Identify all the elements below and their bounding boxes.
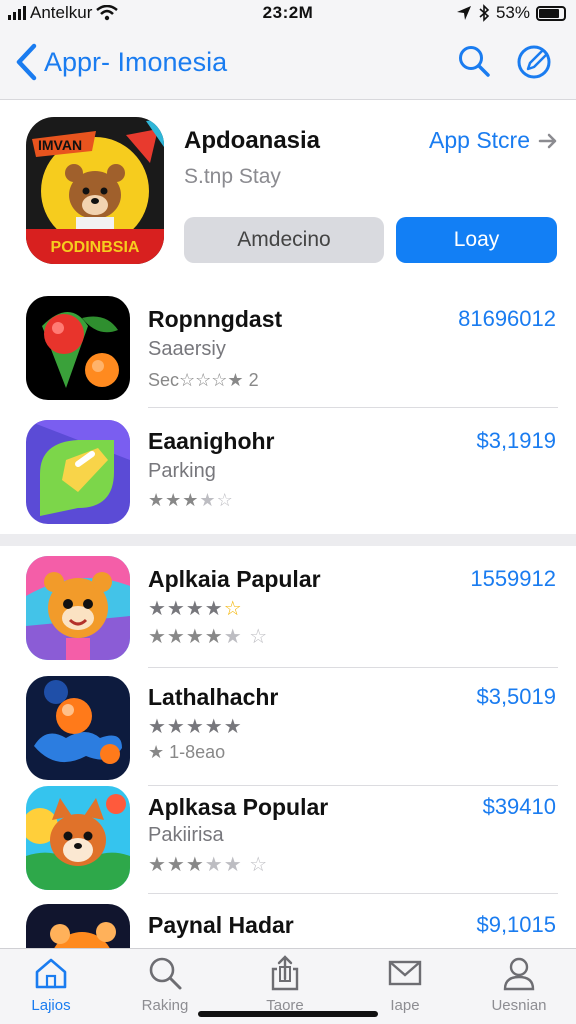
app-name: Aplkaia Papular: [148, 566, 321, 592]
app-name: Lathalhachr: [148, 684, 279, 710]
star-rating: ★★★★☆: [148, 598, 243, 620]
mail-icon: [388, 960, 422, 986]
tab-label: Lajios: [31, 997, 71, 1014]
featured-app-icon[interactable]: IMVAN PODINBSIA: [26, 117, 164, 264]
battery-icon: [536, 5, 566, 21]
tab-taore[interactable]: Taore: [230, 955, 340, 1014]
app-price[interactable]: 81696012: [458, 306, 556, 332]
app-rating-text: ★ 1-8eao: [148, 742, 226, 762]
app-name: Ropnngdast: [148, 306, 283, 332]
status-right: 53%: [456, 3, 566, 23]
tab-lajios[interactable]: Lajios: [0, 955, 106, 1014]
app-price[interactable]: $9,1015: [476, 912, 556, 938]
home-indicator: [198, 1011, 378, 1017]
nav-bar: Appr- Imonesia: [0, 26, 576, 100]
app-name: Paynal Hadar: [148, 912, 294, 938]
divider: [148, 893, 558, 894]
compose-icon[interactable]: [516, 43, 552, 79]
share-icon: [271, 955, 299, 991]
app-icon: [26, 296, 130, 400]
app-category: Saaersiy: [148, 338, 226, 360]
battery-percent: 53%: [495, 3, 530, 22]
app-category: Parking: [148, 460, 216, 482]
star-rating: ★★★★☆: [148, 490, 234, 510]
tab-uesnian[interactable]: Uesnian: [464, 955, 574, 1014]
app-price[interactable]: 1559912: [470, 566, 556, 592]
list-item[interactable]: Lathalhachr ★★★★★ ★ 1-8eao $3,5019: [0, 668, 576, 786]
list-item[interactable]: Paynal Hadar $9,1015: [0, 904, 576, 948]
featured-title: Apdoanasia: [184, 127, 321, 154]
app-store-link-label: App Stcre: [429, 127, 530, 153]
app-icon: [26, 420, 130, 524]
app-icon: [26, 786, 130, 890]
search-icon: [149, 957, 182, 990]
bluetooth-icon: [479, 4, 490, 22]
home-icon: [35, 958, 67, 989]
featured-subtitle: S.tnp Stay: [184, 165, 281, 188]
tab-iape[interactable]: Iape: [350, 955, 460, 1014]
app-category: Pakiirisa: [148, 824, 224, 846]
app-name: Eaanighohr: [148, 428, 275, 454]
app-price[interactable]: $3,5019: [476, 684, 556, 710]
secondary-button[interactable]: Amdecino: [184, 217, 384, 263]
divider: [148, 407, 558, 408]
location-icon: [456, 6, 471, 20]
app-price[interactable]: $3,1919: [476, 428, 556, 454]
app-name: Aplkasa Popular: [148, 794, 329, 820]
list-item[interactable]: Ropnngdast Saaersiy Sec☆☆☆★ 2 81696012: [0, 290, 576, 408]
list-item[interactable]: Aplkaia Papular ★★★★☆ ★★★★★ ☆ 1559912: [0, 550, 576, 668]
arrow-right-icon: [538, 133, 557, 148]
tab-label: Uesnian: [491, 997, 547, 1014]
search-icon[interactable]: [456, 43, 492, 79]
list-item[interactable]: Aplkasa Popular Pakiirisa ★★★★★ ☆ $39410: [0, 786, 576, 904]
list-item[interactable]: Eaanighohr Parking ★★★★☆ $3,1919: [0, 410, 576, 528]
star-rating: ★★★★★ ☆: [148, 854, 269, 876]
chevron-left-icon: [16, 43, 37, 81]
featured-app: IMVAN PODINBSIA Apdoanasia S.tnp Stay Ap…: [0, 101, 576, 281]
tab-raking[interactable]: Raking: [110, 955, 220, 1014]
back-label: Appr- Imonesia: [44, 46, 228, 77]
back-button[interactable]: Appr- Imonesia: [14, 42, 227, 82]
get-button[interactable]: Loay: [396, 217, 557, 263]
app-rating-text: Sec☆☆☆★ 2: [148, 370, 259, 390]
app-store-link[interactable]: App Stcre: [429, 127, 558, 154]
app-icon: [26, 904, 130, 948]
star-rating-secondary: ★★★★★ ☆: [148, 626, 269, 648]
featured-icon-text-top: IMVAN: [38, 137, 82, 153]
app-price[interactable]: $39410: [483, 794, 556, 820]
section-divider: [0, 534, 576, 546]
star-rating: ★★★★★: [148, 716, 243, 738]
app-icon: [26, 556, 130, 660]
person-icon: [503, 957, 535, 991]
status-bar: Antelkur 23:2M 53%: [0, 0, 576, 26]
featured-icon-text-bottom: PODINBSIA: [51, 239, 140, 256]
app-icon: [26, 676, 130, 780]
